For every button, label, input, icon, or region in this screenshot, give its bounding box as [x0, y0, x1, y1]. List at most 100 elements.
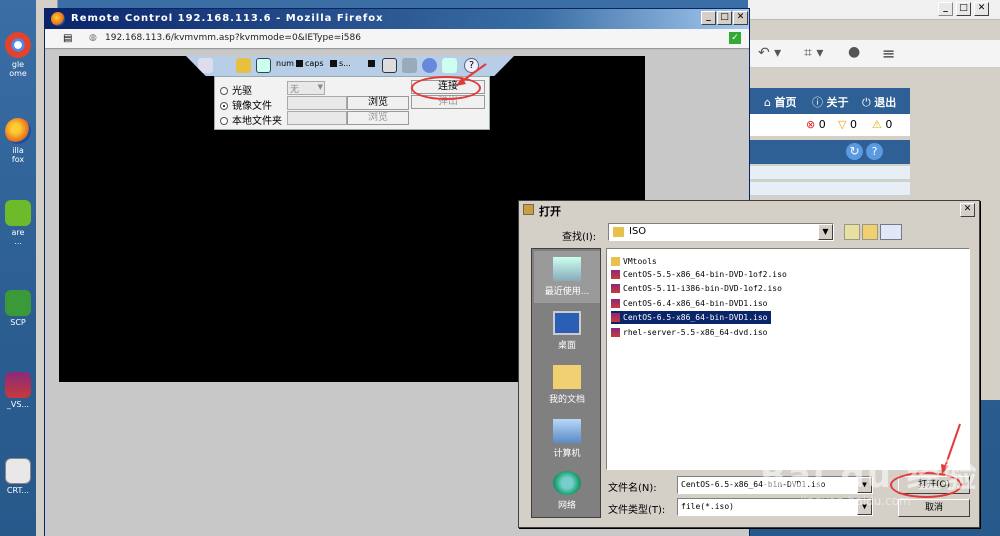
minimize-button[interactable]: _ [938, 2, 953, 16]
place-documents[interactable]: 我的文档 [534, 359, 600, 411]
up-folder-icon[interactable] [844, 224, 860, 240]
background-strip: ↻ ? [748, 140, 910, 164]
list-item[interactable]: rhel-server-5.5-x86_64-dvd.iso [611, 326, 771, 339]
view-menu-icon[interactable] [880, 224, 902, 240]
new-folder-icon[interactable] [862, 224, 878, 240]
lookin-select[interactable]: ISO ▼ [608, 223, 834, 241]
desktop-icon-chrome[interactable]: gle ome [0, 32, 36, 78]
checkbox-icon [296, 60, 303, 67]
checkbox-icon [330, 60, 337, 67]
close-button[interactable]: ✕ [733, 11, 748, 25]
dialog-close-button[interactable]: ✕ [960, 203, 975, 217]
place-recent[interactable]: 最近使用... [534, 251, 600, 303]
desktop-icon-firefox[interactable]: illa fox [0, 118, 36, 164]
desktop-icon-archive[interactable]: _VS... [0, 372, 36, 409]
archive-icon [611, 328, 620, 337]
url-text[interactable]: 192.168.113.6/kvmvmm.asp?kvmmode=0&IETyp… [105, 33, 361, 43]
filename-label: 文件名(N): [608, 483, 657, 494]
winscp-icon [5, 290, 31, 316]
keyboard-icon[interactable] [236, 58, 251, 73]
background-nav: ⌂ 首页 ⓘ 关于 ⏻ 退出 [748, 88, 910, 114]
warning-icon: ▽ [838, 118, 847, 131]
radio-icon [220, 117, 228, 125]
minimize-button[interactable]: _ [701, 11, 716, 25]
disk-icon[interactable] [382, 58, 397, 73]
maximize-button[interactable]: □ [717, 11, 732, 25]
shield-icon: ✓ [729, 32, 741, 44]
record-indicator [368, 59, 377, 68]
chat-icon[interactable]: ● [848, 44, 860, 60]
desktop-icon-winscp[interactable]: SCP [0, 290, 36, 327]
alert-icon: ⚠ [872, 118, 882, 131]
archive-icon [611, 299, 620, 308]
firefox-icon [5, 118, 31, 144]
radio-icon [220, 87, 228, 95]
folder-icon [523, 204, 534, 215]
lookin-label: 查找(I): [562, 232, 597, 243]
list-item[interactable]: CentOS-5.11-i386-bin-DVD-1of2.iso [611, 282, 785, 295]
maximize-button[interactable]: □ [956, 2, 971, 16]
dialog-titlebar: 打开 ✕ [519, 201, 979, 219]
list-item[interactable]: CentOS-5.5-x86_64-bin-DVD-1of2.iso [611, 268, 790, 281]
caps-lock-indicator: caps [296, 59, 324, 68]
menu-icon[interactable]: ≡ [882, 44, 895, 63]
cd-icon[interactable] [422, 58, 437, 73]
place-network[interactable]: 网络 [534, 465, 600, 517]
list-item-selected[interactable]: CentOS-6.5-x86_64-bin-DVD1.iso [611, 311, 771, 324]
optical-drive-option[interactable]: 光驱 [220, 82, 252, 97]
desktop-icon-label: CRT... [6, 486, 30, 495]
checkbox-icon [368, 60, 375, 67]
firefox-titlebar: Remote Control 192.168.113.6 - Mozilla F… [45, 9, 749, 29]
archive-icon [611, 313, 620, 322]
drive-icon[interactable] [402, 58, 417, 73]
archive-icon [611, 284, 620, 293]
refresh-icon[interactable]: ↻ [846, 143, 863, 160]
chrome-icon [5, 32, 31, 58]
scroll-lock-indicator: s... [330, 59, 351, 68]
browse-button[interactable]: 浏览 [347, 96, 409, 110]
optical-drive-select[interactable]: 无 ▼ [287, 81, 325, 95]
nav-home[interactable]: ⌂ 首页 [764, 94, 796, 110]
archive-icon [611, 270, 620, 279]
browse-folder-button[interactable]: 浏览 [347, 111, 409, 125]
alert-status: ⚠ 0 [872, 118, 893, 131]
local-folder-path[interactable] [287, 111, 347, 125]
nav-about[interactable]: ⓘ 关于 [812, 94, 849, 110]
num-lock-indicator: num [276, 59, 294, 68]
chevron-down-icon: ▼ [317, 83, 323, 91]
list-item[interactable]: CentOS-6.4-x86_64-bin-DVD1.iso [611, 297, 771, 310]
window-title: Remote Control 192.168.113.6 - Mozilla F… [71, 13, 384, 24]
recent-icon [553, 257, 581, 281]
document-icon [5, 458, 31, 484]
place-computer[interactable]: 计算机 [534, 413, 600, 465]
tabs-icon[interactable]: ▤ [63, 33, 72, 44]
close-button[interactable]: ✕ [974, 2, 989, 16]
documents-icon [553, 365, 581, 389]
image-file-path[interactable] [287, 96, 347, 110]
local-folder-option[interactable]: 本地文件夹 [220, 112, 282, 127]
error-status: ⊗ 0 [806, 118, 826, 131]
firefox-icon [51, 12, 65, 26]
globe-icon: ◍ [89, 33, 97, 43]
background-toolbar: ↶ ▾ ⌗ ▾ ● ≡ [748, 40, 1000, 68]
image-file-option[interactable]: 镜像文件 [220, 97, 272, 112]
move-icon[interactable] [256, 58, 271, 73]
desktop-icon-securecrt[interactable]: CRT... [0, 458, 36, 495]
desktop-icon-label: SCP [10, 318, 26, 327]
status-bar: ⊗ 0 ▽ 0 ⚠ 0 [748, 114, 910, 136]
help-icon[interactable]: ? [866, 143, 883, 160]
warning-status: ▽ 0 [838, 118, 857, 131]
nav-logout[interactable]: ⏻ 退出 [862, 94, 896, 110]
undo-icon[interactable]: ↶ ▾ [758, 45, 781, 61]
places-bar: 最近使用... 桌面 我的文档 计算机 网络 [531, 248, 601, 518]
crop-icon[interactable]: ⌗ ▾ [804, 45, 823, 61]
place-desktop[interactable]: 桌面 [534, 305, 600, 357]
network-icon [553, 471, 581, 495]
desktop-icon-vmware[interactable]: are ... [0, 200, 36, 246]
address-bar[interactable]: ▤ ◍ 192.168.113.6/kvmvmm.asp?kvmmode=0&I… [45, 29, 749, 49]
file-list[interactable]: VMtools CentOS-5.5-x86_64-bin-DVD-1of2.i… [606, 248, 970, 470]
list-item[interactable]: VMtools [611, 255, 660, 268]
folder-icon [613, 227, 624, 237]
error-icon: ⊗ [806, 118, 816, 131]
watermark-logo: Bai du 经验 [760, 456, 979, 496]
